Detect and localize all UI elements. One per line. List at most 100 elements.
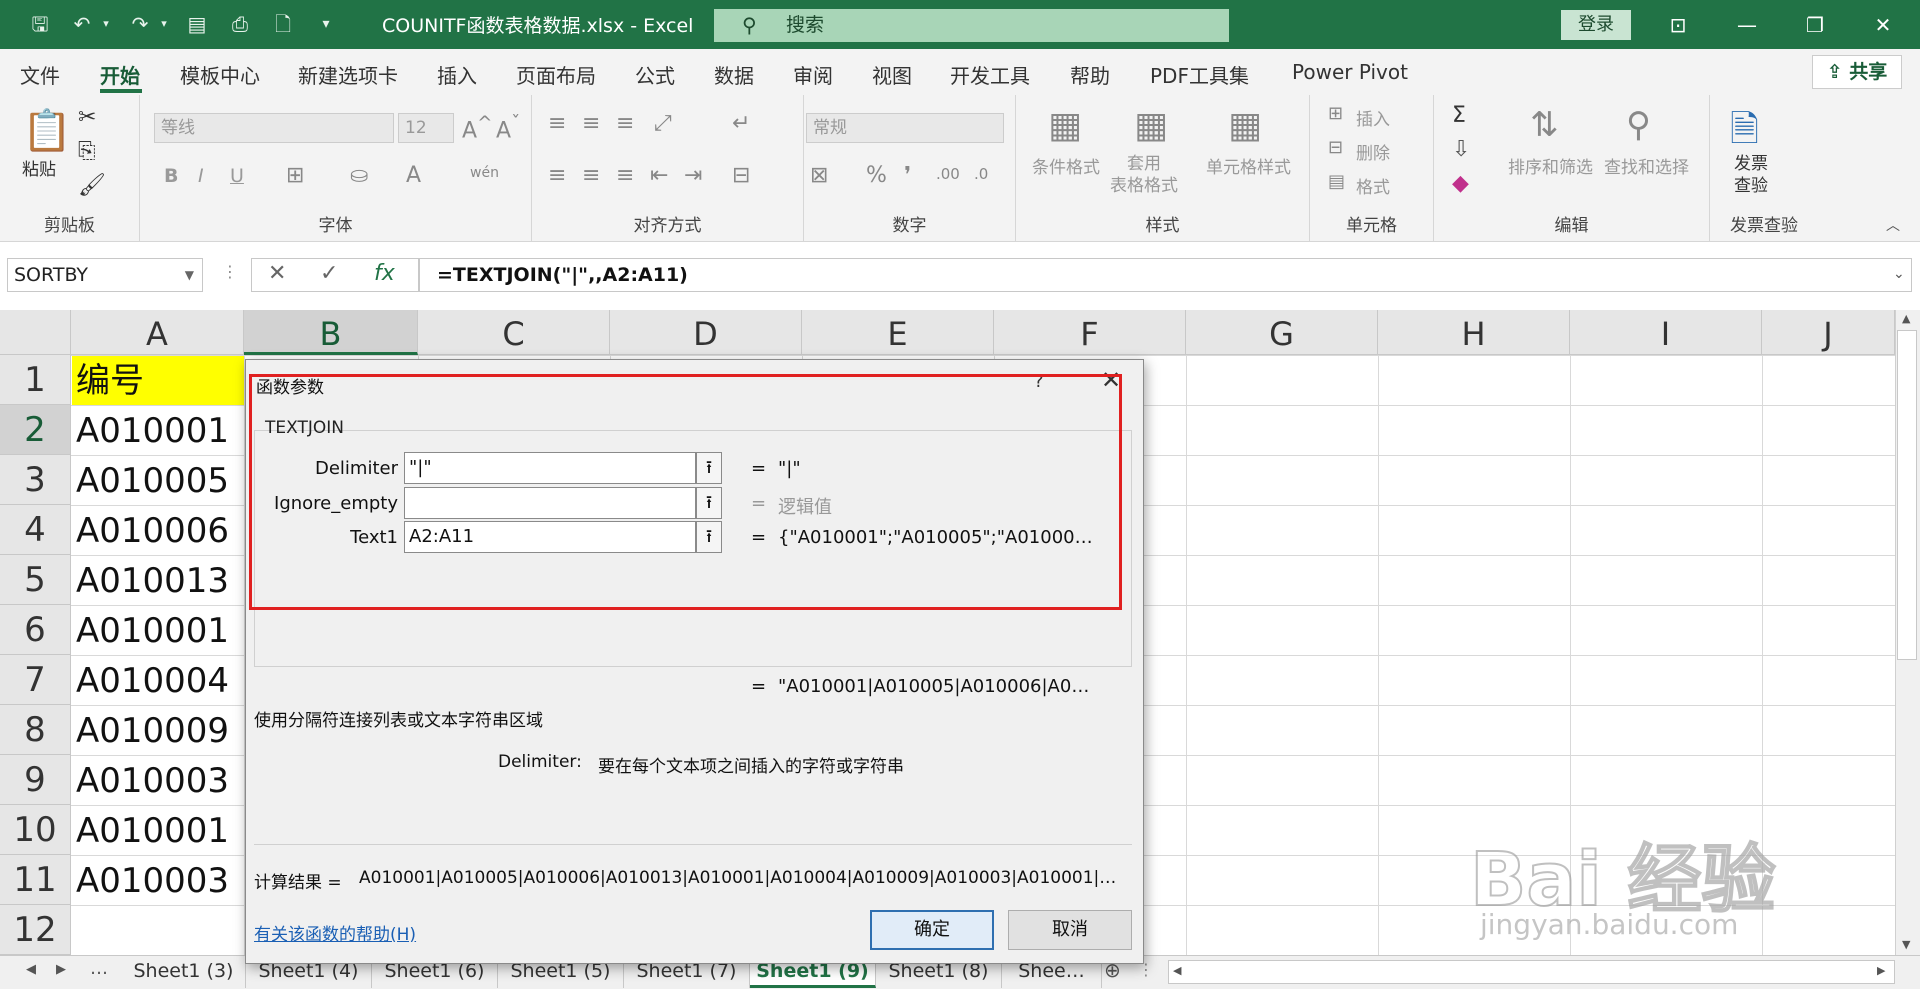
column-header-d[interactable]: D: [610, 310, 802, 355]
format-painter-icon[interactable]: 🖌: [78, 173, 106, 198]
select-all-corner[interactable]: [0, 310, 71, 355]
font-name-box[interactable]: 等线: [154, 113, 394, 143]
column-header-e[interactable]: E: [802, 310, 994, 355]
close-window-icon[interactable]: ✕: [1868, 10, 1898, 40]
phonetic-icon[interactable]: wén: [470, 165, 499, 181]
cell-a9[interactable]: A010003: [72, 756, 244, 805]
cell-a5[interactable]: A010013: [72, 556, 244, 605]
underline-button[interactable]: U: [230, 165, 244, 187]
scroll-up-icon[interactable]: ▲: [1902, 312, 1910, 325]
export-icon[interactable]: 🗋: [271, 12, 295, 36]
vertical-scroll-thumb[interactable]: [1897, 330, 1917, 660]
conditional-format-label[interactable]: 条件格式: [1032, 153, 1100, 178]
insert-cells-label[interactable]: 插入: [1356, 105, 1390, 130]
scroll-right-icon[interactable]: ▶: [1877, 964, 1885, 977]
confirm-entry-icon[interactable]: ✓: [320, 261, 338, 286]
help-question-icon[interactable]: ?: [1034, 371, 1044, 392]
accounting-format-icon[interactable]: ⊠: [810, 163, 828, 188]
undo-dropdown-icon[interactable]: ▾: [94, 12, 118, 36]
form-icon[interactable]: ▤: [185, 12, 209, 36]
decrease-font-icon[interactable]: Aˇ: [496, 113, 520, 143]
scroll-left-icon[interactable]: ◀: [1173, 964, 1181, 977]
column-header-c[interactable]: C: [418, 310, 610, 355]
prev-sheet-icon[interactable]: ◀: [26, 962, 36, 977]
decrease-indent-icon[interactable]: ⇤: [650, 163, 668, 188]
paste-label[interactable]: 粘贴: [22, 155, 56, 180]
next-sheet-icon[interactable]: ▶: [56, 962, 66, 977]
invoice-check-label[interactable]: 发票 查验: [1734, 153, 1768, 197]
decrease-decimal-icon[interactable]: .0: [974, 165, 988, 183]
sort-filter-label[interactable]: 排序和筛选: [1508, 153, 1593, 178]
row-header-2[interactable]: 2: [0, 405, 70, 455]
search-box[interactable]: ⚲ 搜索: [714, 9, 1229, 42]
column-header-j[interactable]: J: [1762, 310, 1895, 355]
column-header-i[interactable]: I: [1570, 310, 1762, 355]
column-header-b[interactable]: B: [244, 310, 418, 355]
insert-cells-icon[interactable]: ⊞: [1328, 103, 1343, 124]
format-cells-label[interactable]: 格式: [1356, 173, 1390, 198]
row-header-1[interactable]: 1: [0, 355, 70, 405]
row-header-11[interactable]: 11: [0, 855, 70, 905]
increase-decimal-icon[interactable]: .00: [936, 165, 960, 183]
param-input-delimiter[interactable]: "|": [404, 452, 696, 484]
share-button[interactable]: ⇪ 共享: [1812, 55, 1902, 89]
tab-page-layout[interactable]: 页面布局: [516, 60, 596, 89]
sort-filter-icon[interactable]: ⇅: [1530, 105, 1559, 145]
row-header-5[interactable]: 5: [0, 555, 70, 605]
tab-power-pivot[interactable]: Power Pivot: [1292, 60, 1408, 84]
tab-view[interactable]: 视图: [872, 60, 912, 89]
cut-icon[interactable]: ✂: [78, 105, 96, 130]
collapse-dialog-icon[interactable]: ⭱: [696, 487, 722, 519]
delete-cells-label[interactable]: 删除: [1356, 139, 1390, 164]
tab-file[interactable]: 文件: [20, 60, 60, 89]
copy-icon[interactable]: ⎘: [78, 139, 96, 164]
restore-icon[interactable]: ❐: [1800, 10, 1830, 40]
cell-a11[interactable]: A010003: [72, 856, 244, 905]
sheet-tab[interactable]: Sheet1 (3): [122, 956, 246, 988]
function-help-link[interactable]: 有关该函数的帮助(H): [254, 920, 416, 945]
comma-style-icon[interactable]: ❜: [904, 163, 911, 188]
orientation-icon[interactable]: ⤢: [654, 111, 672, 136]
close-dialog-icon[interactable]: ✕: [1101, 366, 1121, 394]
more-sheets-icon[interactable]: …: [90, 958, 108, 979]
percent-icon[interactable]: %: [866, 163, 887, 188]
row-header-7[interactable]: 7: [0, 655, 70, 705]
print-icon[interactable]: ⎙: [228, 12, 252, 36]
ok-button[interactable]: 确定: [870, 910, 994, 950]
table-format-label[interactable]: 套用 表格格式: [1110, 153, 1178, 197]
align-center-icon[interactable]: ≡: [582, 163, 600, 188]
formula-input[interactable]: =TEXTJOIN("|",,A2:A11): [419, 258, 1912, 292]
fill-color-icon[interactable]: ⛀: [350, 163, 368, 188]
table-format-icon[interactable]: ▦: [1134, 105, 1168, 146]
tab-insert[interactable]: 插入: [437, 60, 477, 89]
paste-icon[interactable]: 📋: [22, 107, 72, 154]
font-color-icon[interactable]: A: [406, 163, 421, 188]
row-header-9[interactable]: 9: [0, 755, 70, 805]
increase-font-icon[interactable]: A^: [462, 113, 492, 143]
login-button[interactable]: 登录: [1561, 10, 1631, 40]
fill-icon[interactable]: ⇩: [1452, 137, 1470, 162]
find-select-icon[interactable]: ⚲: [1626, 105, 1651, 145]
merge-center-icon[interactable]: ⊟: [732, 163, 750, 188]
cell-a4[interactable]: A010006: [72, 506, 244, 555]
tab-developer[interactable]: 开发工具: [950, 60, 1030, 89]
cell-style-label[interactable]: 单元格样式: [1206, 153, 1291, 178]
row-header-3[interactable]: 3: [0, 455, 70, 505]
cell-a6[interactable]: A010001: [72, 606, 244, 655]
increase-indent-icon[interactable]: ⇥: [684, 163, 702, 188]
cell-a1[interactable]: 编号: [72, 356, 244, 405]
align-left-icon[interactable]: ≡: [548, 163, 566, 188]
tab-formulas[interactable]: 公式: [635, 60, 675, 89]
italic-button[interactable]: I: [198, 165, 204, 187]
undo-icon[interactable]: ↶: [70, 12, 94, 36]
border-icon[interactable]: ⊞: [286, 163, 304, 188]
customize-quick-access-icon[interactable]: ▾: [314, 12, 338, 36]
cell-style-icon[interactable]: ▦: [1228, 105, 1262, 146]
row-header-10[interactable]: 10: [0, 805, 70, 855]
align-right-icon[interactable]: ≡: [616, 163, 634, 188]
row-header-4[interactable]: 4: [0, 505, 70, 555]
collapse-dialog-icon[interactable]: ⭱: [696, 521, 722, 553]
row-header-12[interactable]: 12: [0, 905, 70, 955]
redo-icon[interactable]: ↷: [128, 12, 152, 36]
format-cells-icon[interactable]: ▤: [1328, 171, 1345, 192]
